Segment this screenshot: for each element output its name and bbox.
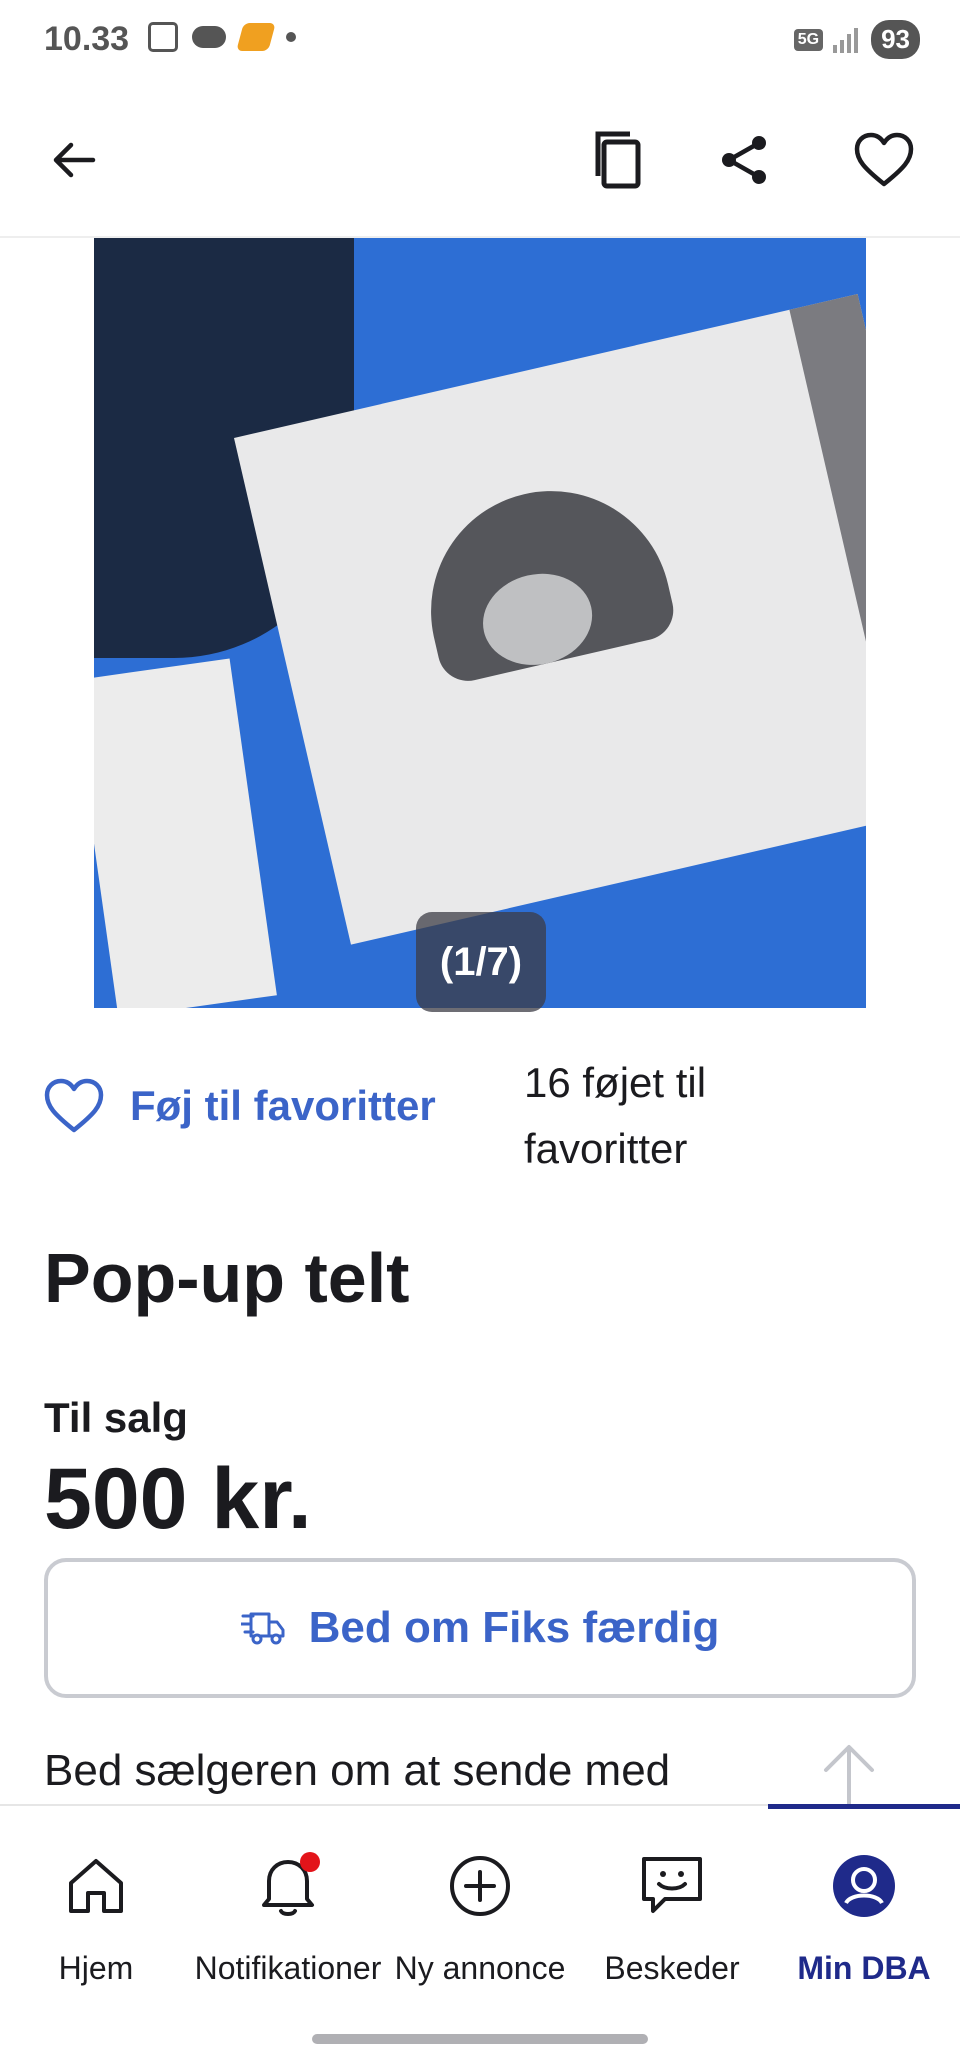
- shipping-heading: Bed sælgeren om at sende med: [44, 1746, 671, 1795]
- active-tab-indicator: [768, 1804, 960, 1809]
- favorite-button[interactable]: [844, 120, 924, 200]
- bottom-navigation: Hjem Notifikationer Ny annonce Beskeder …: [0, 1804, 960, 2059]
- nav-item-home[interactable]: Hjem: [0, 1846, 192, 1987]
- request-fiks-button[interactable]: Bed om Fiks færdig: [44, 1558, 916, 1698]
- heart-outline-icon: [854, 132, 914, 187]
- status-bar: 10.33 5G 93: [0, 0, 960, 82]
- heart-outline-icon: [44, 1078, 104, 1133]
- add-to-favorites-label: Føj til favoritter: [130, 1082, 436, 1129]
- system-home-indicator[interactable]: [312, 2034, 648, 2044]
- nav-label-my-dba: Min DBA: [797, 1950, 931, 1986]
- arrow-left-icon: [53, 142, 96, 178]
- plus-circle-icon: [450, 1856, 510, 1916]
- favorites-count: 16 føjet til favoritter: [524, 1059, 707, 1172]
- nav-item-notifications[interactable]: Notifikationer: [192, 1846, 384, 1987]
- share-icon: [722, 136, 766, 184]
- chat-icon: [642, 1857, 702, 1913]
- nav-label-notifications: Notifikationer: [194, 1950, 382, 1986]
- back-button[interactable]: [34, 120, 114, 200]
- scroll-to-top-button[interactable]: [814, 1740, 884, 1810]
- battery-level: 93: [871, 20, 920, 59]
- listing-type: Til salg: [44, 1394, 188, 1441]
- notification-badge: [300, 1852, 320, 1872]
- signal-icon: [833, 27, 861, 53]
- more-notifications-icon: [286, 32, 296, 42]
- favorite-row: Føj til favoritter 16 føjet til favoritt…: [44, 1050, 924, 1180]
- gallery-photo-leaflet: [94, 658, 277, 1008]
- status-icons: [148, 22, 296, 52]
- profile-icon: [833, 1855, 895, 1917]
- nav-item-my-dba[interactable]: Min DBA: [768, 1846, 960, 1987]
- gallery-counter: (1/7): [416, 912, 546, 1012]
- delivery-truck-icon: [240, 1612, 285, 1645]
- nav-item-new-listing[interactable]: Ny annonce: [384, 1846, 576, 1987]
- screenshot-icon: [148, 22, 178, 52]
- share-button[interactable]: [704, 120, 784, 200]
- top-app-bar: [0, 82, 960, 238]
- image-gallery[interactable]: [94, 238, 866, 1008]
- listing-title: Pop-up telt: [44, 1239, 410, 1317]
- nav-label-home: Hjem: [58, 1950, 134, 1986]
- network-type: 5G: [793, 28, 824, 51]
- nav-item-messages[interactable]: Beskeder: [576, 1846, 768, 1987]
- request-fiks-label: Bed om Fiks færdig: [308, 1603, 720, 1652]
- arrow-up-icon: [824, 1745, 874, 1808]
- copy-icon: [595, 131, 641, 189]
- status-time: 10.33: [44, 20, 130, 58]
- add-to-favorites-button[interactable]: Føj til favoritter: [44, 1078, 436, 1134]
- listing-price: 500 kr.: [44, 1451, 312, 1547]
- nav-label-messages: Beskeder: [604, 1950, 740, 1986]
- app-notification-icon: [236, 23, 276, 51]
- copy-button[interactable]: [578, 120, 658, 200]
- nav-label-new-listing: Ny annonce: [394, 1950, 566, 1986]
- home-icon: [69, 1859, 123, 1913]
- status-right: 5G 93: [793, 20, 920, 59]
- weather-icon: [192, 26, 226, 48]
